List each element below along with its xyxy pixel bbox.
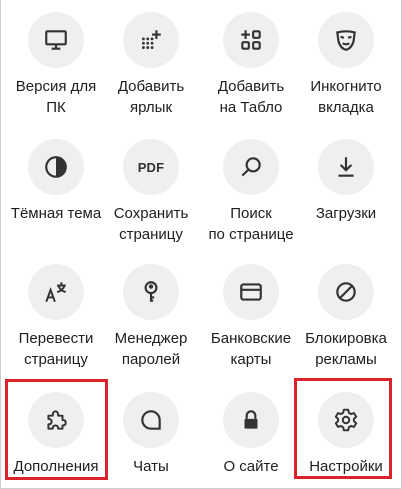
menu-item-add-shortcut[interactable]: Добавить ярлык — [101, 12, 201, 118]
menu-item-label: Версия для ПК — [15, 78, 97, 116]
icon-circle — [223, 264, 279, 320]
add-shortcut-icon — [142, 30, 161, 49]
browser-menu-grid: Версия для ПК Добавить ярлык Добавить на… — [0, 0, 402, 489]
menu-item-label: Менеджер паролей — [114, 330, 188, 368]
lock-icon — [244, 410, 258, 429]
menu-item-chats[interactable]: Чаты — [101, 392, 201, 477]
menu-item-translate-page[interactable]: Перевести страницу — [6, 264, 106, 370]
highlight-box-extensions — [5, 379, 108, 480]
monitor-icon — [45, 30, 67, 50]
menu-item-label: Сохранить страницу — [113, 205, 189, 243]
incognito-mask-icon — [336, 30, 356, 51]
pdf-icon: PDF — [137, 159, 165, 175]
menu-item-label: О сайте — [223, 458, 279, 475]
icon-circle — [28, 264, 84, 320]
icon-circle — [28, 139, 84, 195]
menu-item-add-to-tablo[interactable]: Добавить на Табло — [201, 12, 301, 118]
ad-block-icon — [336, 282, 356, 302]
icon-circle — [123, 264, 179, 320]
menu-item-label: Перевести страницу — [18, 330, 94, 368]
menu-item-label: Добавить на Табло — [217, 78, 285, 116]
menu-item-bank-cards[interactable]: Банковские карты — [201, 264, 301, 370]
menu-item-label: Блокировка рекламы — [305, 330, 387, 368]
icon-circle — [318, 12, 374, 68]
menu-item-label: Тёмная тема — [10, 205, 102, 222]
menu-item-incognito-tab[interactable]: Инкогнито вкладка — [296, 12, 396, 118]
translate-icon — [45, 282, 66, 303]
menu-item-password-manager[interactable]: Менеджер паролей — [101, 264, 201, 370]
icon-circle: PDF — [123, 139, 179, 195]
highlight-box-settings — [294, 378, 392, 479]
icon-circle — [28, 12, 84, 68]
menu-item-site-info[interactable]: О сайте — [201, 392, 301, 477]
icon-circle — [223, 139, 279, 195]
chat-bubble-icon — [141, 410, 161, 430]
add-to-tablo-icon — [241, 30, 261, 50]
menu-item-save-page[interactable]: PDF Сохранить страницу — [101, 139, 201, 245]
menu-item-downloads[interactable]: Загрузки — [296, 139, 396, 224]
menu-item-find-on-page[interactable]: Поиск по странице — [201, 139, 301, 245]
icon-circle — [318, 139, 374, 195]
icon-circle — [223, 392, 279, 448]
icon-circle — [123, 12, 179, 68]
menu-item-label: Банковские карты — [210, 330, 292, 368]
key-icon — [144, 281, 158, 302]
bank-card-icon — [240, 283, 262, 301]
menu-item-label: Чаты — [133, 458, 169, 475]
menu-item-label: Загрузки — [315, 205, 377, 222]
icon-circle — [223, 12, 279, 68]
menu-item-desktop-version[interactable]: Версия для ПК — [6, 12, 106, 118]
icon-circle — [123, 392, 179, 448]
menu-item-label: Поиск по странице — [208, 205, 294, 243]
dark-theme-icon — [45, 156, 67, 178]
menu-item-label: Добавить ярлык — [117, 78, 185, 116]
search-icon — [241, 157, 261, 177]
download-icon — [338, 157, 354, 177]
icon-circle — [318, 264, 374, 320]
menu-item-label: Инкогнито вкладка — [310, 78, 382, 116]
menu-item-ad-block[interactable]: Блокировка рекламы — [296, 264, 396, 370]
menu-item-dark-theme[interactable]: Тёмная тема — [6, 139, 106, 224]
